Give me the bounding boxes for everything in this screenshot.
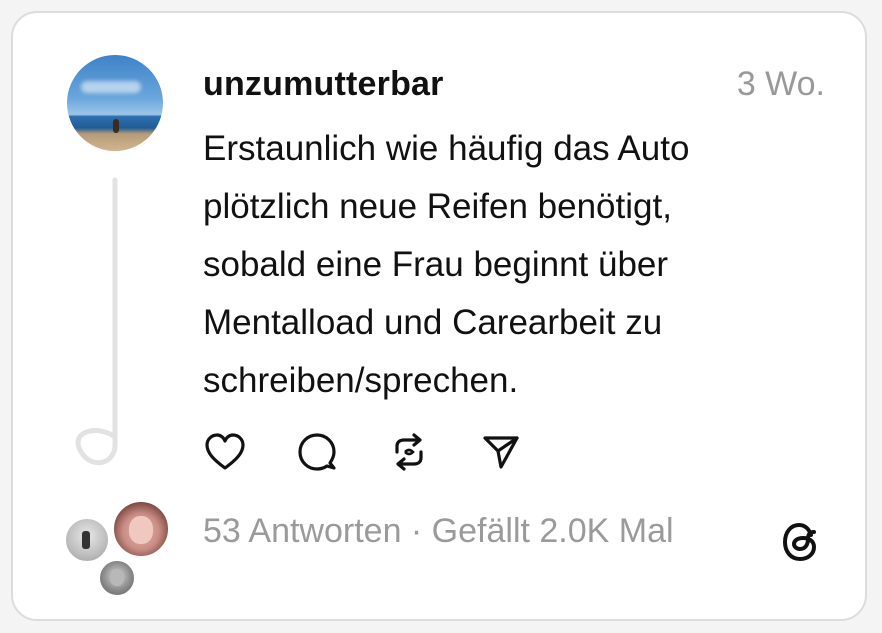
thread-line [75, 177, 118, 466]
replier-avatar-face [110, 569, 124, 586]
send-icon [483, 436, 519, 469]
post-text-line: schreiben/sprechen. [203, 361, 519, 400]
post-text-line: plötzlich neue Reifen benötigt, [203, 187, 672, 226]
share-button[interactable] [479, 430, 523, 474]
post-text: Erstaunlich wie häufig das Auto plötzlic… [203, 120, 823, 410]
replier-avatar-face [129, 516, 153, 544]
replier-avatar[interactable] [112, 500, 170, 558]
replier-avatar[interactable] [64, 517, 110, 563]
replier-avatar[interactable] [98, 559, 136, 597]
post-text-line: Erstaunlich wie häufig das Auto [203, 129, 690, 168]
repost-button[interactable] [387, 430, 431, 474]
avatar-person [113, 119, 119, 133]
comment-icon [298, 433, 336, 471]
avatar-cloud [81, 81, 141, 93]
replier-avatar-figure [82, 531, 90, 549]
like-button[interactable] [203, 430, 247, 474]
post-actions [203, 430, 571, 474]
heart-icon [205, 433, 245, 470]
post-stats[interactable]: 53 Antworten · Gefällt 2.0K Mal [203, 510, 674, 552]
post-timestamp: 3 Wo. [736, 65, 825, 103]
post-text-line: Mentalload und Carearbeit zu [203, 303, 663, 342]
post-text-line: sobald eine Frau beginnt über [203, 245, 669, 284]
author-avatar[interactable] [67, 55, 163, 151]
repost-icon [395, 433, 423, 471]
author-username[interactable]: unzumutterbar [203, 64, 444, 104]
threads-logo-icon [782, 522, 817, 562]
comment-button[interactable] [295, 430, 339, 474]
